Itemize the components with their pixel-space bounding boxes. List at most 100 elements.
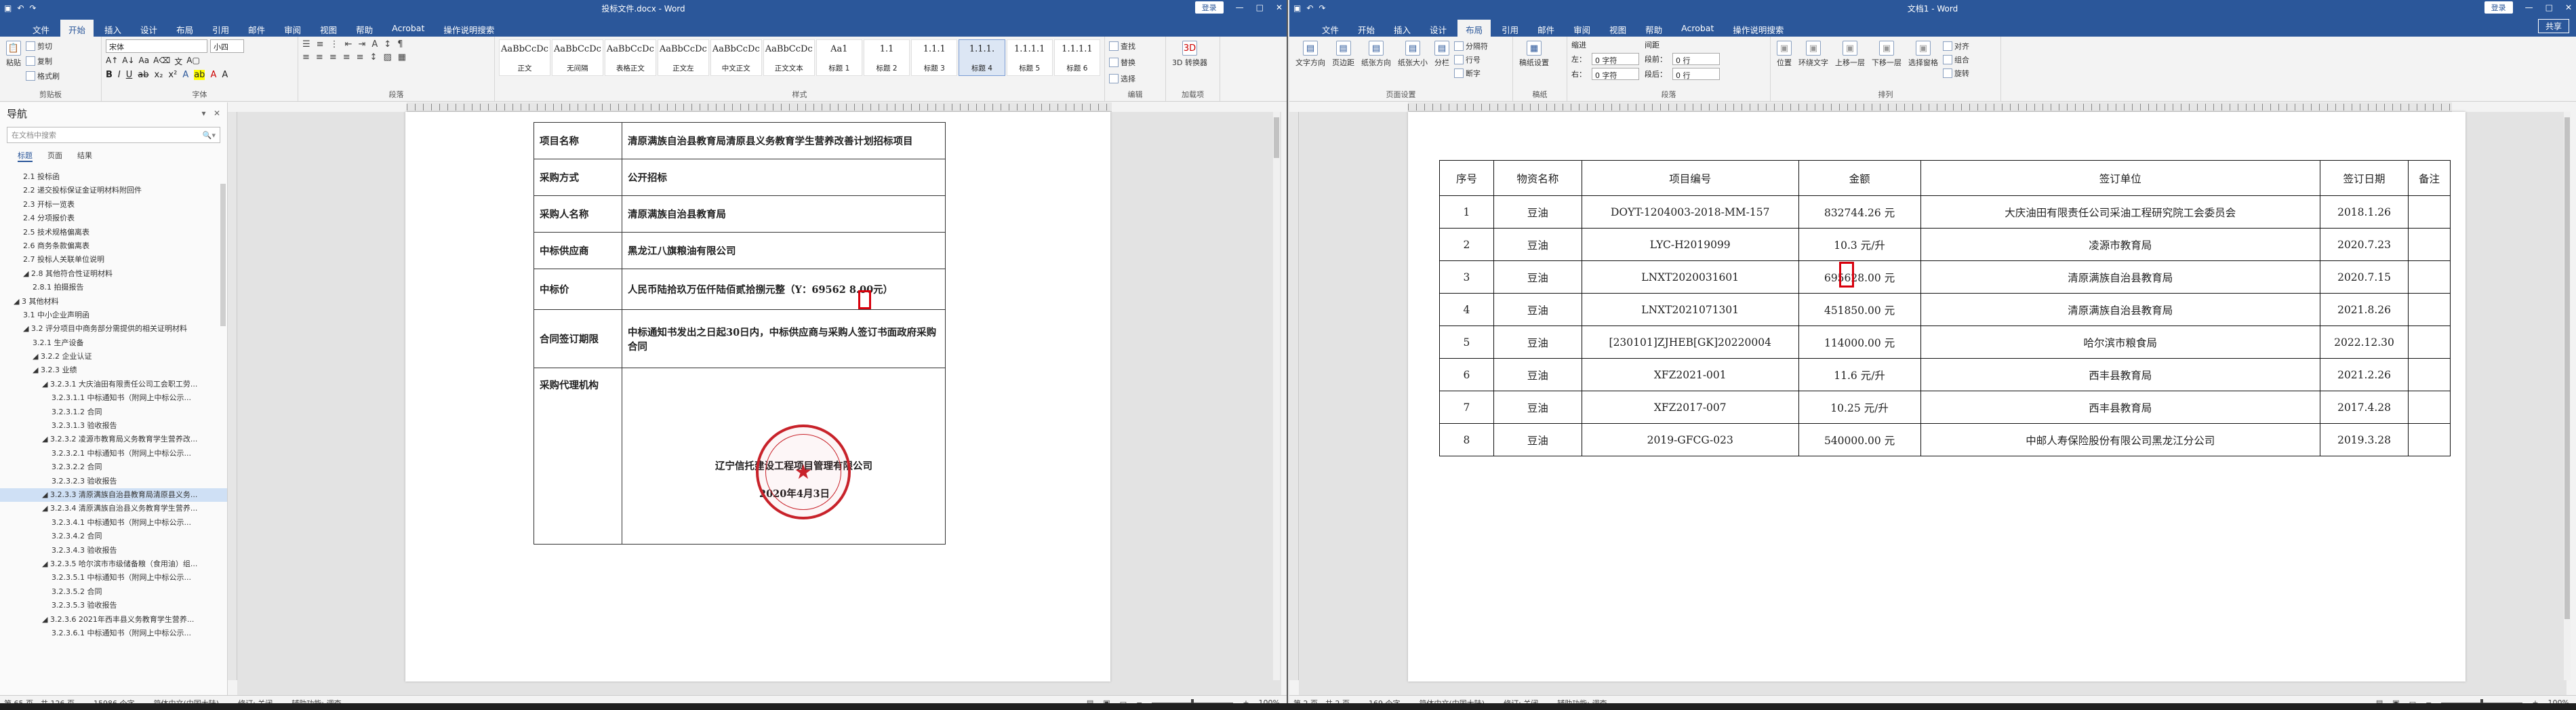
style-4[interactable]: AaBbCcDc 中文正文 [710, 39, 762, 76]
tab-9[interactable]: 帮助 [348, 20, 381, 37]
nav-heading-item[interactable]: 2.1 投标函 [0, 170, 227, 184]
replace-button[interactable]: 替换 [1109, 56, 1135, 69]
phonetic-icon[interactable]: 文 [174, 56, 182, 67]
nav-heading-item[interactable]: 3.2.3.1.1 中标通知书（附网上中标公示... [0, 391, 227, 405]
align-left-icon[interactable]: ≡ [302, 52, 310, 62]
maximize-icon[interactable]: □ [1256, 3, 1264, 12]
justify-icon[interactable]: ≡ [343, 52, 350, 62]
horizontal-ruler[interactable] [407, 102, 1112, 112]
nav-heading-item[interactable]: 3.2.3.2.2 合同 [0, 460, 227, 474]
tab-2[interactable]: 插入 [1386, 20, 1419, 37]
tab-4[interactable]: 布局 [168, 20, 201, 37]
nav-scrollbar[interactable] [220, 184, 226, 326]
nav-heading-item[interactable]: 2.3 开标一览表 [0, 198, 227, 212]
shading-para-icon[interactable]: ▨ [383, 52, 391, 62]
nav-heading-item[interactable]: 3.2.3.5.2 合同 [0, 585, 227, 599]
signin-button[interactable]: 登录 [2484, 1, 2513, 14]
nav-heading-item[interactable]: ◢ 3.2.2 企业认证 [0, 350, 227, 363]
style-8[interactable]: 1.1.1 标题 3 [911, 39, 958, 76]
nav-heading-item[interactable]: 3.2.3.4.2 合同 [0, 530, 227, 543]
tab-6[interactable]: 邮件 [1529, 20, 1563, 37]
nav-heading-item[interactable]: 3.2.3.5.1 中标通知书（附网上中标公示... [0, 571, 227, 585]
nav-heading-item[interactable]: ◢ 3 其他材料 [0, 295, 227, 309]
nav-heading-item[interactable]: ◢ 3.2.3.4 清原满族自治县义务教育学生营养... [0, 502, 227, 515]
tab-8[interactable]: 视图 [312, 20, 345, 37]
nav-search-input[interactable]: 在文档中搜索 🔍▾ [7, 127, 220, 143]
tab-4[interactable]: 布局 [1457, 20, 1491, 37]
nav-heading-item[interactable]: 3.2.3.1.3 验收报告 [0, 419, 227, 433]
strikethrough-icon[interactable]: ab [138, 70, 148, 80]
nav-heading-item[interactable]: 2.8.1 拍摄报告 [0, 281, 227, 294]
decrease-indent-icon[interactable]: ⇤ [345, 39, 353, 50]
change-case-icon[interactable]: Aa [139, 56, 150, 67]
vertical-ruler[interactable] [228, 112, 237, 680]
nav-heading-item[interactable]: 3.2.3.4.1 中标通知书（附网上中标公示... [0, 516, 227, 530]
tab-5[interactable]: 引用 [1493, 20, 1527, 37]
nav-heading-item[interactable]: 3.2.3.2.1 中标通知书（附网上中标公示... [0, 447, 227, 460]
document-scrollbar[interactable] [1273, 112, 1280, 680]
nav-heading-item[interactable]: 3.2.3.2.3 验收报告 [0, 475, 227, 488]
nav-heading-item[interactable]: ◢ 3.2.3.5 哈尔滨市市级储备粮（食用油）组... [0, 557, 227, 571]
arrange-button-3[interactable]: ▣ 下移一层 [1870, 39, 1904, 80]
bold-icon[interactable]: B [106, 70, 113, 80]
nav-heading-item[interactable]: 2.7 投标人关联单位说明 [0, 253, 227, 267]
format-painter-button[interactable]: 格式刷 [26, 69, 60, 83]
tab-6[interactable]: 邮件 [240, 20, 273, 37]
copy-button[interactable]: 复制 [26, 54, 60, 68]
align-center-icon[interactable]: ≡ [316, 52, 323, 62]
nav-heading-item[interactable]: 3.1 中小企业声明函 [0, 309, 227, 322]
spacing-before-input[interactable]: 0 行 [1672, 53, 1720, 65]
undo-icon[interactable]: ↶ [1306, 3, 1313, 13]
maximize-icon[interactable]: □ [2545, 3, 2553, 12]
tab-7[interactable]: 审阅 [276, 20, 309, 37]
nav-heading-item[interactable]: 2.2 递交投标保证金证明材料附回件 [0, 184, 227, 197]
font-color-icon[interactable]: A [210, 70, 216, 80]
nav-heading-item[interactable]: 2.5 技术规格偏离表 [0, 226, 227, 239]
arrange-button-1[interactable]: ▣ 环绕文字 [1796, 39, 1830, 80]
show-marks-icon[interactable]: ¶ [397, 39, 403, 50]
close-icon[interactable]: ✕ [2565, 3, 2572, 12]
style-9[interactable]: 1.1.1. 标题 4 [959, 39, 1005, 76]
increase-indent-icon[interactable]: ⇥ [358, 39, 365, 50]
tab-9[interactable]: 帮助 [1637, 20, 1670, 37]
borders-icon[interactable]: ▦ [398, 52, 406, 62]
arrange-small-0[interactable]: 对齐 [1943, 39, 1969, 53]
tab-0[interactable]: 文件 [24, 20, 58, 37]
manuscript-settings-button[interactable]: ▦ 稿纸设置 [1517, 39, 1551, 69]
nav-heading-item[interactable]: ◢ 3.2.3 业绩 [0, 363, 227, 377]
nav-options-icon[interactable]: ▾ [201, 109, 205, 118]
tab-7[interactable]: 审阅 [1565, 20, 1598, 37]
close-icon[interactable]: ✕ [1276, 3, 1283, 12]
redo-icon[interactable]: ↷ [29, 3, 36, 13]
nav-heading-item[interactable]: 3.2.1 生产设备 [0, 336, 227, 350]
tab-8[interactable]: 视图 [1601, 20, 1634, 37]
arrange-small-2[interactable]: 旋转 [1943, 66, 1969, 80]
nav-tab-0[interactable]: 标题 [18, 150, 33, 162]
indent-left-input[interactable]: 0 字符 [1592, 53, 1639, 65]
nav-heading-item[interactable]: ◢ 3.2.3.2 凌源市教育局义务教育学生营养改... [0, 433, 227, 446]
nav-heading-item[interactable]: 2.6 商务条款偏离表 [0, 239, 227, 253]
nav-close-icon[interactable]: ✕ [214, 109, 220, 118]
bullets-icon[interactable]: ☰ [302, 39, 310, 50]
text-effects-icon[interactable]: A [182, 70, 188, 80]
arrange-small-1[interactable]: 组合 [1943, 53, 1969, 66]
style-2[interactable]: AaBbCcDc 表格正文 [604, 39, 656, 76]
nav-heading-item[interactable]: 2.4 分项报价表 [0, 212, 227, 225]
tab-10[interactable]: Acrobat [1673, 20, 1722, 37]
subscript-icon[interactable]: x₂ [155, 70, 163, 80]
font-family-select[interactable]: 宋体 [106, 39, 207, 53]
style-3[interactable]: AaBbCcDc 正文左 [657, 39, 709, 76]
arrange-button-0[interactable]: ▣ 位置 [1775, 39, 1794, 80]
horizontal-ruler[interactable] [1408, 102, 2452, 112]
page-setup-button-3[interactable]: ▤ 纸张大小 [1396, 39, 1430, 80]
nav-heading-item[interactable]: 3.2.3.5.3 验收报告 [0, 599, 227, 612]
underline-icon[interactable]: U [126, 70, 133, 80]
tab-11[interactable]: 操作说明搜索 [1725, 20, 1792, 37]
tab-2[interactable]: 插入 [96, 20, 129, 37]
minimize-icon[interactable]: — [2525, 3, 2533, 12]
char-border-icon[interactable]: A▢ [186, 56, 200, 67]
nav-tab-1[interactable]: 页面 [47, 150, 62, 162]
style-1[interactable]: AaBbCcDc 无间隔 [551, 39, 603, 76]
page-setup-button-2[interactable]: ▤ 纸张方向 [1359, 39, 1393, 80]
style-7[interactable]: 1.1 标题 2 [863, 39, 910, 76]
